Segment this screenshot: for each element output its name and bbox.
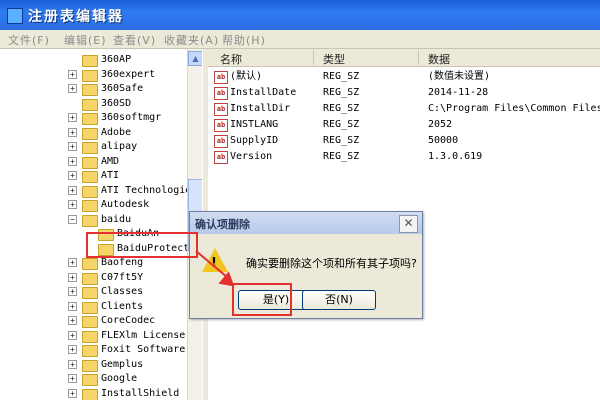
string-value-icon: ab [214,135,228,148]
expand-icon[interactable]: + [68,287,77,296]
value-name: (默认) [230,71,263,82]
folder-icon [82,171,98,183]
string-value-icon: ab [214,71,228,84]
annotation-box-key [86,232,198,258]
scroll-up-icon[interactable]: ▲ [188,51,203,66]
expand-icon[interactable]: + [68,84,77,93]
values-header: 名称 类型 数据 [208,49,600,67]
value-row[interactable]: ab Version REG_SZ 1.3.0.619 [208,149,600,165]
value-name: SupplyID [230,135,279,146]
string-value-icon: ab [214,103,228,116]
value-name: INSTLANG [230,119,279,130]
folder-icon [82,316,98,328]
expand-icon[interactable]: + [68,142,77,151]
value-data: 2014-11-28 [428,87,489,98]
value-row[interactable]: ab INSTLANG REG_SZ 2052 [208,117,600,133]
folder-icon [82,98,98,111]
dialog-title-bar: 确认项删除 ✕ [190,212,422,234]
folder-icon [82,113,98,125]
folder-icon [82,287,98,299]
folder-icon [82,374,98,386]
expand-icon[interactable]: + [68,359,77,369]
expand-icon[interactable]: + [68,330,77,340]
folder-icon [82,127,98,140]
value-type: REG_SZ [323,71,360,82]
tree-item-label: InstallShield [101,387,180,399]
column-name[interactable]: 名称 [220,51,242,67]
expand-icon[interactable]: + [68,69,77,79]
value-row[interactable]: ab InstallDir REG_SZ C:\Program Files\Commo… [208,101,600,117]
expand-icon[interactable]: + [68,316,77,325]
value-type: REG_SZ [323,103,360,114]
value-name: Version [230,151,273,162]
expand-icon[interactable]: + [68,171,77,180]
expand-icon[interactable]: + [68,200,77,209]
value-type: REG_SZ [323,151,360,162]
dialog-message: 确实要删除这个项和所有其子项吗? [246,257,417,270]
column-data[interactable]: 数据 [428,51,450,67]
folder-icon [82,359,98,372]
value-data: C:\Program Files\Common Files\B [428,103,600,114]
string-value-icon: ab [214,87,228,100]
folder-icon [82,156,98,169]
folder-icon [82,388,98,400]
expand-icon[interactable]: + [68,258,77,267]
folder-icon [82,272,98,285]
expand-icon[interactable]: + [68,113,77,122]
value-type: REG_SZ [323,119,360,130]
expand-icon[interactable]: + [68,156,77,166]
value-data: 2052 [428,119,453,130]
menu-bar: 文件(F) 编辑(E) 查看(V) 收藏夹(A) 帮助(H) [0,30,600,49]
menu-edit[interactable]: 编辑(E) [64,32,107,48]
value-row[interactable]: ab (默认) REG_SZ (数值未设置) [208,69,600,85]
folder-icon [82,84,98,96]
folder-icon [82,142,98,154]
regedit-app-icon [7,8,23,24]
expand-icon[interactable]: + [68,345,77,354]
expand-icon[interactable]: + [68,374,77,383]
folder-icon [82,214,98,227]
column-type[interactable]: 类型 [323,51,345,67]
folder-icon [82,185,98,198]
folder-icon [82,345,98,357]
value-type: REG_SZ [323,135,360,146]
menu-help[interactable]: 帮助(H) [222,32,266,48]
value-data: 1.3.0.619 [428,151,483,162]
string-value-icon: ab [214,151,228,164]
dialog-close-icon[interactable]: ✕ [399,215,418,233]
dialog-title: 确认项删除 [195,218,250,231]
value-row[interactable]: ab InstallDate REG_SZ 2014-11-28 [208,85,600,101]
value-type: REG_SZ [323,87,360,98]
expand-icon[interactable]: + [68,185,77,195]
confirm-delete-dialog: 确认项删除 ✕ ! 确实要删除这个项和所有其子项吗? 是(Y) 否(N) [189,211,423,319]
title-bar: 注册表编辑器 [0,0,600,30]
menu-favorites[interactable]: 收藏夹(A) [164,32,219,48]
no-button[interactable]: 否(N) [302,290,376,310]
expand-icon[interactable]: + [68,301,77,311]
value-name: InstallDir [230,103,291,114]
registry-key-tree[interactable]: 360AP +360expert +360Safe 360SD +360softmgr +… [0,49,203,400]
expand-icon[interactable]: + [68,127,77,137]
folder-icon [82,55,98,67]
window-title: 注册表编辑器 [28,9,124,25]
menu-file[interactable]: 文件(F) [8,32,50,48]
value-row[interactable]: ab SupplyID REG_SZ 50000 [208,133,600,149]
folder-icon [82,200,98,212]
menu-view[interactable]: 查看(V) [113,32,156,48]
folder-icon [82,301,98,314]
value-data: 50000 [428,135,459,146]
tree-item[interactable]: + InstallShield [0,386,187,400]
collapse-icon[interactable]: − [68,214,77,224]
expand-icon[interactable]: + [68,272,77,282]
annotation-box-yes [232,283,292,316]
folder-icon [82,330,98,343]
expand-icon[interactable]: + [68,388,77,398]
value-data: (数值未设置) [428,71,491,82]
folder-icon [82,69,98,82]
folder-icon [82,258,98,270]
string-value-icon: ab [214,119,228,132]
value-name: InstallDate [230,87,297,98]
